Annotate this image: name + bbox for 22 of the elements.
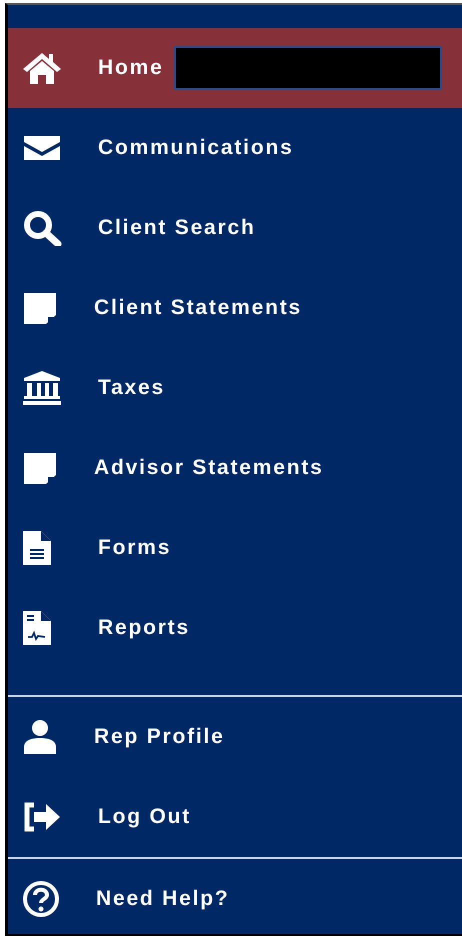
menu-item[interactable]: Rep Profile (8, 697, 462, 777)
menu-item[interactable]: Communications (8, 108, 462, 188)
note-icon (22, 451, 58, 485)
menu-item[interactable]: Reports (8, 588, 462, 668)
document-icon (22, 530, 52, 566)
menu-item[interactable]: Taxes (8, 348, 462, 428)
menu-item[interactable]: Advisor Statements (8, 428, 462, 508)
logout-icon (22, 802, 62, 832)
menu-item[interactable]: Log Out (8, 777, 462, 857)
menu-item[interactable]: Forms (8, 508, 462, 588)
menu-item[interactable]: Client Statements (8, 268, 462, 348)
note-icon (22, 291, 58, 325)
help-icon (22, 880, 60, 918)
menu-item[interactable]: Client Search (8, 188, 462, 268)
search-icon (22, 210, 62, 246)
home-icon (22, 51, 62, 85)
user-icon (22, 719, 58, 755)
menu-item[interactable]: Home (8, 28, 462, 108)
envelope-icon (22, 134, 62, 162)
menu-item[interactable]: Need Help? (8, 859, 462, 934)
bank-icon (22, 370, 62, 406)
report-icon (22, 610, 52, 646)
